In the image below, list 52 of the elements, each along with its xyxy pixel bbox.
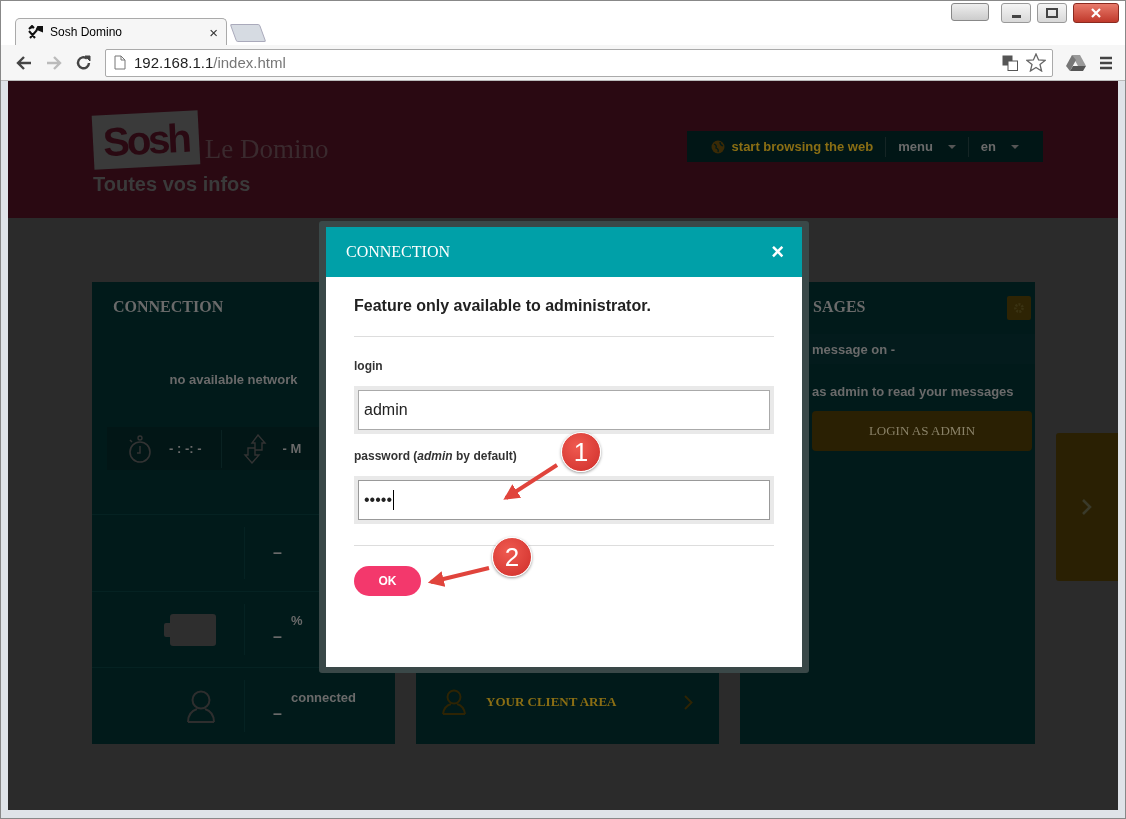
annotation-arrow — [503, 463, 559, 500]
user-icon — [186, 689, 216, 723]
card-title: SAGES — [812, 297, 867, 317]
close-button[interactable] — [1073, 3, 1119, 23]
card-title: CONNECTION — [112, 297, 225, 317]
row-value: – — [273, 704, 282, 723]
drive-icon[interactable] — [1065, 53, 1087, 72]
dialog-message: Feature only available to administrator. — [354, 297, 652, 315]
star-icon[interactable] — [1026, 53, 1046, 72]
url-text: 192.168.1.1/index.html — [134, 54, 286, 71]
field-label: login — [354, 359, 383, 373]
login-hint: as admin to read your messages — [811, 383, 1015, 399]
translate-icon[interactable] — [1002, 54, 1018, 71]
input-field[interactable]: ••••• — [354, 476, 774, 524]
page-icon — [114, 55, 126, 70]
maximize-button[interactable] — [1037, 3, 1067, 23]
chevron-right-icon — [1082, 499, 1092, 515]
network-status: no available network — [169, 372, 298, 387]
row-value: – — [273, 544, 282, 563]
chevron-right-icon — [684, 694, 693, 710]
row-label: connected — [291, 689, 356, 705]
annotation-arrow — [427, 566, 490, 587]
menu-icon[interactable] — [1099, 55, 1113, 70]
caret-icon — [947, 144, 956, 149]
dropdown-button[interactable]: en — [968, 139, 1031, 154]
ok-button[interactable]: OK — [354, 566, 421, 596]
stopwatch-icon — [127, 433, 153, 464]
user-icon — [442, 689, 466, 715]
browse-web-link[interactable]: start browsing the web — [698, 139, 886, 154]
battery-icon — [164, 613, 216, 646]
client-area-link[interactable]: YOUR CLIENT AREA — [416, 680, 719, 744]
address-bar[interactable]: 192.168.1.1/index.html — [105, 48, 1053, 77]
back-button[interactable] — [15, 53, 33, 72]
close-button[interactable]: × — [771, 239, 784, 265]
dialog-title: CONNECTION — [346, 243, 450, 261]
reload-button[interactable] — [75, 53, 93, 72]
caret-icon — [1011, 144, 1019, 149]
login-as-admin-button[interactable]: LOGIN AS ADMIN — [812, 411, 1032, 451]
globe-icon — [710, 139, 725, 154]
message-date: message on - — [812, 341, 896, 357]
tools-icon — [28, 25, 44, 39]
field-label: password (admin by default) — [354, 449, 517, 463]
tab-close-button[interactable]: × — [209, 23, 218, 41]
minimize-button[interactable] — [1001, 3, 1031, 23]
stat-value: - M — [282, 441, 302, 457]
row-value: – — [273, 628, 282, 647]
input-field[interactable]: admin — [354, 386, 774, 434]
close-icon — [1091, 8, 1101, 18]
browser-tab[interactable]: Sosh Domino × — [15, 18, 227, 45]
dropdown-button[interactable]: menu — [886, 139, 968, 154]
row-label: % — [291, 613, 303, 629]
stat-value: - : -: - — [169, 441, 202, 457]
